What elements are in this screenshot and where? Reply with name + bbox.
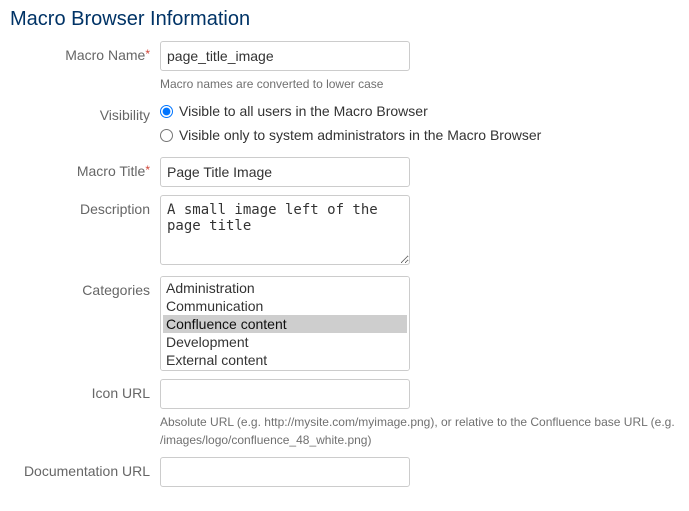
description-label: Description [10, 195, 160, 217]
documentation-url-label: Documentation URL [10, 457, 160, 479]
section-title: Macro Browser Information [10, 8, 679, 31]
category-option[interactable]: Communication [163, 297, 407, 315]
visibility-admin-label: Visible only to system administrators in… [179, 127, 541, 143]
category-option[interactable]: External content [163, 351, 407, 369]
description-textarea[interactable]: A small image left of the page title [160, 195, 410, 265]
category-option[interactable]: Development [163, 333, 407, 351]
category-option[interactable]: Confluence content [163, 315, 407, 333]
icon-url-input[interactable] [160, 379, 410, 409]
icon-url-hint: Absolute URL (e.g. http://mysite.com/myi… [160, 413, 679, 449]
visibility-admin-radio[interactable] [160, 129, 173, 142]
documentation-url-input[interactable] [160, 457, 410, 487]
macro-name-input[interactable] [160, 41, 410, 71]
categories-select[interactable]: Administration Communication Confluence … [160, 276, 410, 371]
visibility-label: Visibility [10, 101, 160, 123]
visibility-all-label: Visible to all users in the Macro Browse… [179, 103, 428, 119]
visibility-all-radio[interactable] [160, 105, 173, 118]
macro-name-hint: Macro names are converted to lower case [160, 75, 679, 93]
category-option[interactable]: Administration [163, 279, 407, 297]
macro-title-input[interactable] [160, 157, 410, 187]
macro-name-label: Macro Name* [10, 41, 160, 63]
categories-label: Categories [10, 276, 160, 298]
macro-title-label: Macro Title* [10, 157, 160, 179]
icon-url-label: Icon URL [10, 379, 160, 401]
